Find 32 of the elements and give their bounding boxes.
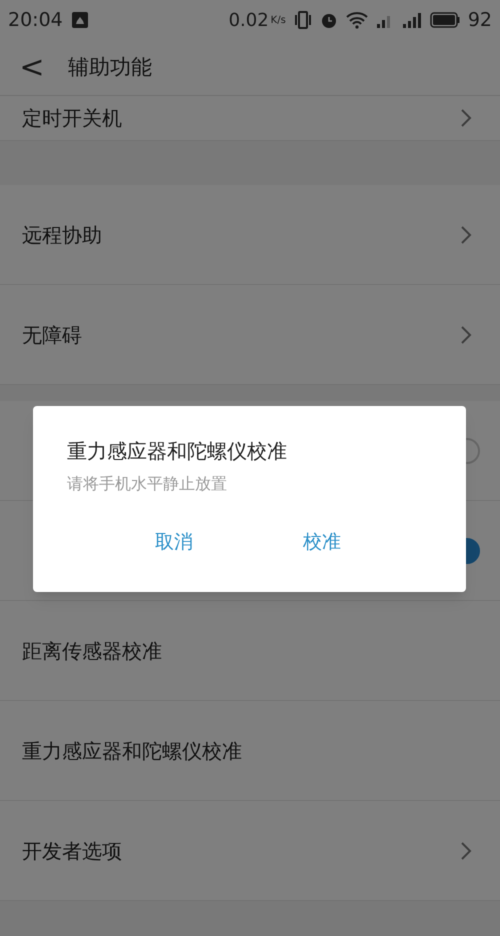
row-title: 远程协助 <box>22 222 102 248</box>
speed-unit: K/s <box>270 14 286 28</box>
wifi-icon <box>346 11 368 29</box>
row-title: 距离传感器校准 <box>22 638 162 664</box>
network-speed: 0.02 <box>228 8 269 32</box>
row-title: 开发者选项 <box>22 838 122 864</box>
row-title: 定时开关机 <box>22 105 122 132</box>
settings-row[interactable]: 远程协助 <box>0 185 500 285</box>
dialog-title: 重力感应器和陀螺仪校准 <box>67 438 287 465</box>
row-title: 无障碍 <box>22 322 82 348</box>
settings-row[interactable]: 开发者选项 <box>0 801 500 901</box>
battery-level: 92 <box>468 8 492 33</box>
notification-icon <box>70 11 89 29</box>
settings-row[interactable]: 无障碍 <box>0 285 500 385</box>
battery-icon <box>430 12 460 28</box>
dialog-button[interactable]: 校准 <box>291 524 353 560</box>
chevron-right-icon <box>460 324 472 344</box>
chevron-right-icon <box>460 224 472 244</box>
alarm-icon <box>320 11 338 29</box>
settings-row[interactable]: 定时开关机 <box>0 96 500 141</box>
vibrate-icon <box>294 11 312 29</box>
clock-time: 20:04 <box>8 8 63 33</box>
chevron-right-icon <box>460 840 472 860</box>
settings-row[interactable]: 重力感应器和陀螺仪校准 <box>0 701 500 801</box>
settings-row[interactable]: 距离传感器校准 <box>0 601 500 701</box>
chevron-right-icon <box>460 108 472 128</box>
signal-icon <box>402 11 422 29</box>
page-title: 辅助功能 <box>68 54 152 81</box>
back-button[interactable]: < <box>0 45 64 90</box>
dialog-button[interactable]: 取消 <box>143 524 205 560</box>
row-title: 重力感应器和陀螺仪校准 <box>22 738 242 764</box>
dialog-message: 请将手机水平静止放置 <box>67 473 227 495</box>
